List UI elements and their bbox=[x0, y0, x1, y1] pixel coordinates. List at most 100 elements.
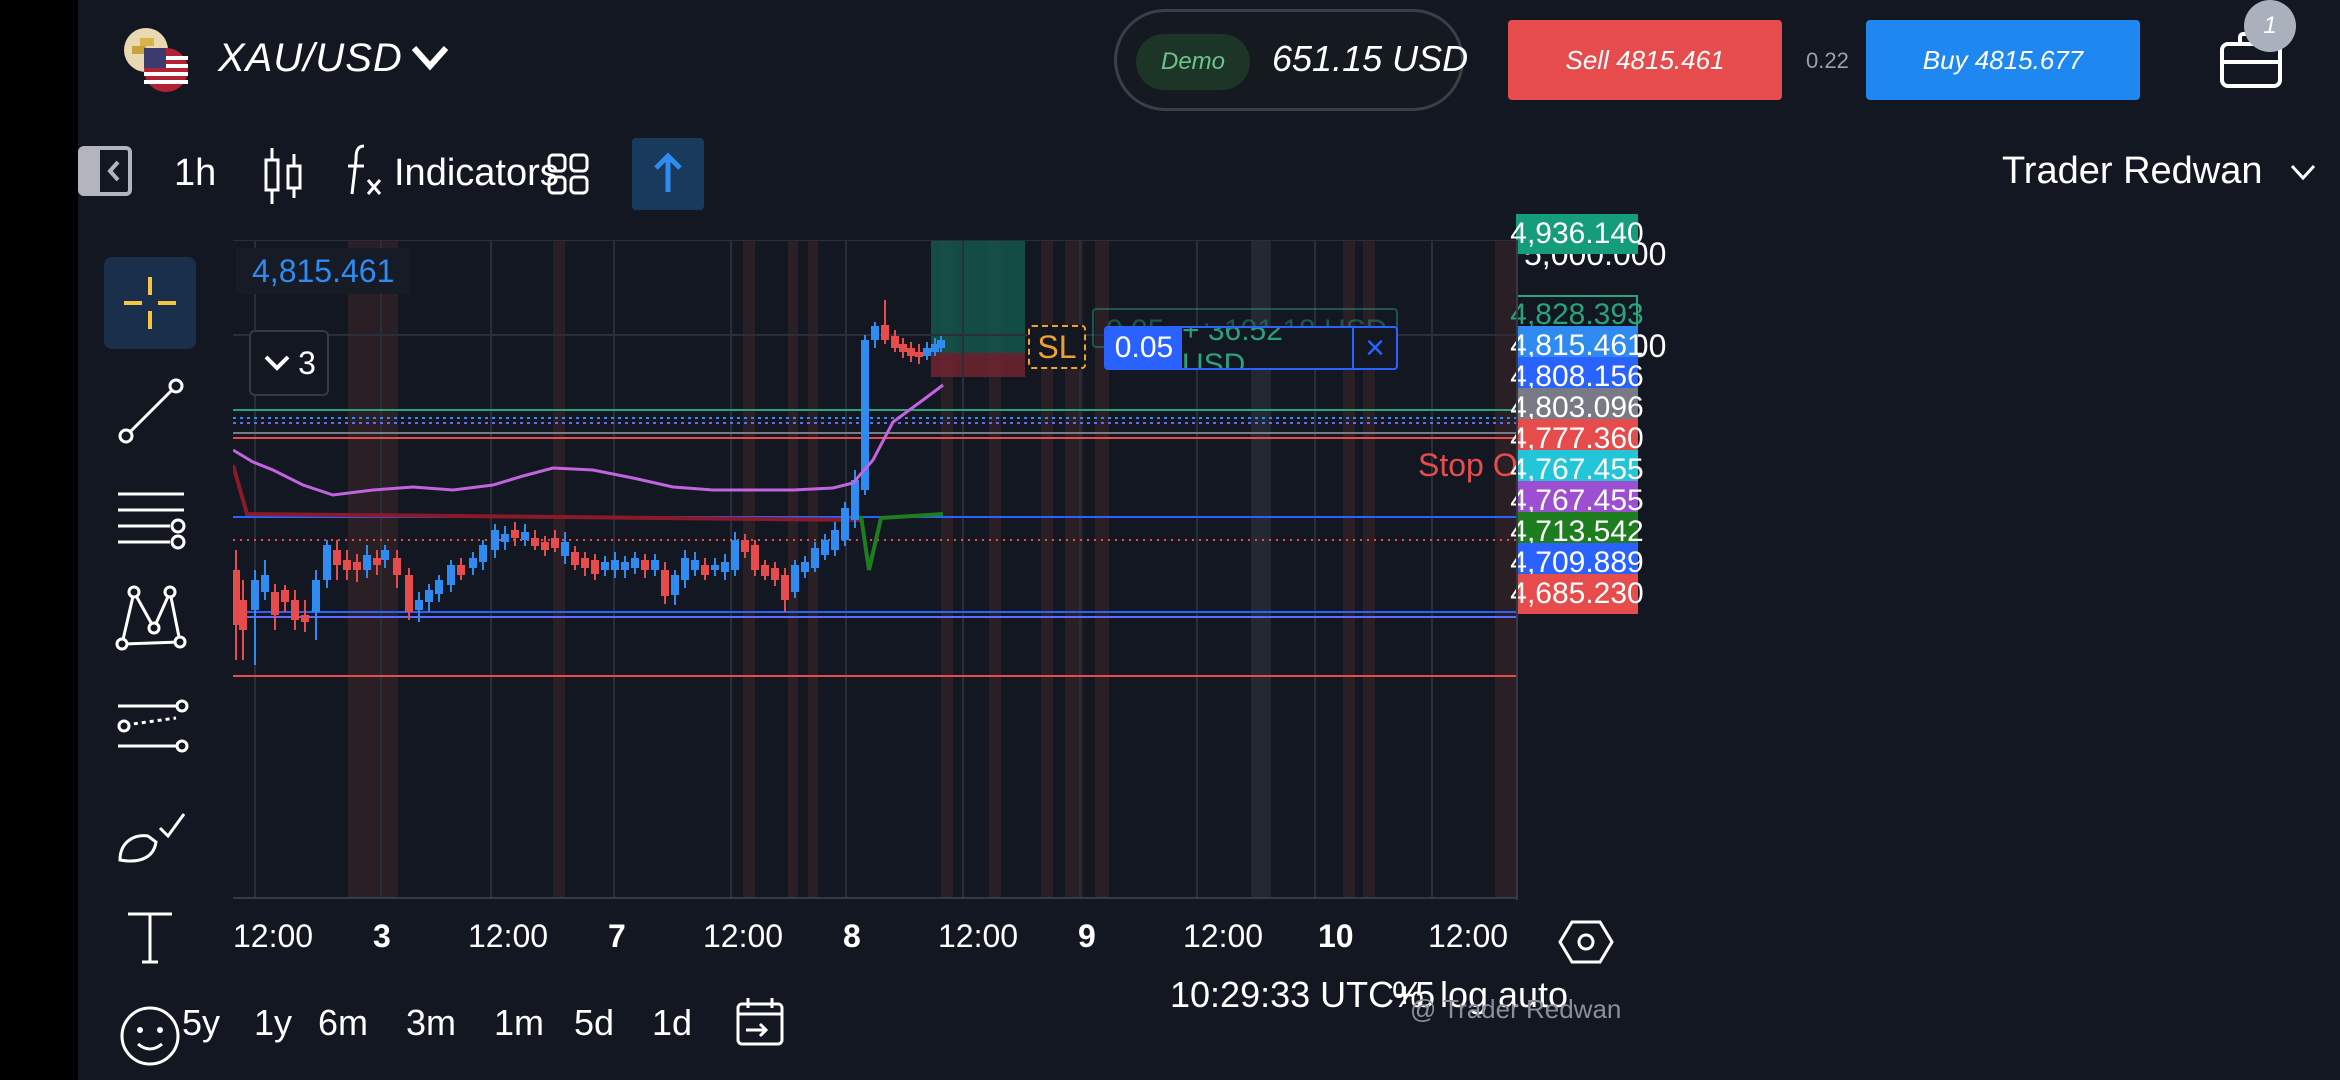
settings-hex-icon[interactable] bbox=[1558, 918, 1614, 966]
text-icon[interactable] bbox=[104, 890, 196, 982]
balance-value: 651.15 USD bbox=[1272, 38, 1469, 79]
brush-icon[interactable] bbox=[104, 790, 196, 882]
time-axis-label: 10 bbox=[1318, 918, 1354, 954]
supertrend-line bbox=[859, 512, 944, 571]
arrow-up-icon[interactable] bbox=[632, 138, 704, 210]
candle-body bbox=[641, 560, 649, 570]
candle-body bbox=[571, 552, 579, 565]
candle-body bbox=[447, 565, 455, 585]
fib-icon[interactable] bbox=[104, 470, 196, 562]
session-band bbox=[808, 240, 818, 897]
candle-body bbox=[907, 348, 915, 356]
range-1m[interactable]: 1m bbox=[494, 1002, 544, 1044]
candle-body bbox=[312, 580, 320, 612]
candle-body bbox=[415, 600, 423, 610]
candle-body bbox=[721, 562, 729, 572]
candle-body bbox=[239, 600, 247, 630]
candles-icon[interactable] bbox=[262, 140, 306, 212]
channel-icon[interactable] bbox=[104, 680, 196, 772]
candle-body bbox=[899, 344, 907, 352]
time-axis-label: 12:00 bbox=[703, 918, 784, 954]
date-range-icon[interactable] bbox=[732, 994, 788, 1050]
candle-body bbox=[251, 580, 259, 610]
candle-body bbox=[457, 565, 465, 575]
spread-value: 0.22 bbox=[1806, 48, 1849, 73]
indicators-button[interactable]: Indicators bbox=[394, 152, 559, 195]
candle-body bbox=[731, 540, 739, 570]
time-axis-label: 8 bbox=[843, 918, 861, 954]
candle-body bbox=[711, 565, 719, 570]
candle-body bbox=[561, 542, 569, 556]
candle-body bbox=[771, 568, 779, 580]
position-tag[interactable]: 0.05 + 36.52 USD × bbox=[1104, 326, 1398, 370]
candle-body bbox=[831, 530, 839, 550]
candle-body bbox=[271, 592, 279, 615]
candle-body bbox=[501, 534, 509, 542]
chevron-down-icon[interactable] bbox=[408, 40, 452, 76]
candle-body bbox=[333, 550, 341, 565]
candle-body bbox=[871, 326, 879, 340]
candle-body bbox=[751, 545, 759, 570]
symbol-name[interactable]: XAU/USD bbox=[218, 36, 403, 81]
crosshair-icon[interactable] bbox=[104, 257, 196, 349]
price-axis-label: 4,936.140 bbox=[1510, 214, 1644, 254]
candle-body bbox=[801, 562, 809, 572]
buy-button[interactable]: Buy 4815.677 bbox=[1866, 20, 2140, 100]
interval-button[interactable]: 1h bbox=[174, 152, 216, 195]
candle-body bbox=[661, 570, 669, 596]
range-6m[interactable]: 6m bbox=[318, 1002, 368, 1044]
time-axis-label: 12:00 bbox=[1428, 918, 1509, 954]
candle-body bbox=[701, 565, 709, 575]
notification-badge[interactable]: 1 bbox=[2244, 0, 2296, 52]
axis-divider bbox=[1516, 240, 1518, 900]
fx-icon[interactable] bbox=[346, 140, 384, 200]
range-5y[interactable]: 5y bbox=[182, 1002, 220, 1044]
sell-button[interactable]: Sell 4815.461 bbox=[1508, 20, 1782, 100]
candle-body bbox=[821, 540, 829, 555]
candle-body bbox=[761, 565, 769, 576]
range-1d[interactable]: 1d bbox=[652, 1002, 692, 1044]
sidebar-toggle-icon[interactable] bbox=[78, 144, 132, 198]
layout-grid-icon[interactable] bbox=[546, 152, 590, 196]
candle-body bbox=[621, 562, 629, 570]
candle-body bbox=[363, 555, 371, 570]
candle-body bbox=[851, 480, 859, 520]
time-axis-label: 12:00 bbox=[938, 918, 1019, 954]
flag-icon[interactable] bbox=[122, 26, 190, 94]
candle-body bbox=[291, 600, 299, 620]
candle-body bbox=[923, 348, 931, 356]
candle-body bbox=[541, 542, 549, 550]
position-qty[interactable]: 0.05 bbox=[1106, 328, 1182, 368]
candle-body bbox=[937, 340, 945, 348]
candle-body bbox=[601, 562, 609, 570]
range-1y[interactable]: 1y bbox=[254, 1002, 292, 1044]
demo-badge[interactable]: Demo bbox=[1136, 34, 1250, 90]
moving-average-line bbox=[233, 383, 944, 497]
chevron-down-icon[interactable] bbox=[2288, 162, 2318, 184]
candle-body bbox=[591, 560, 599, 574]
time-axis-label: 12:00 bbox=[1183, 918, 1264, 954]
candle-body bbox=[491, 530, 499, 550]
range-3m[interactable]: 3m bbox=[406, 1002, 456, 1044]
range-5d[interactable]: 5d bbox=[574, 1002, 614, 1044]
candle-body bbox=[353, 562, 361, 570]
collapse-indicators-button[interactable]: 3 bbox=[249, 330, 329, 396]
session-band bbox=[553, 240, 565, 897]
candle-body bbox=[881, 325, 889, 340]
candle-body bbox=[681, 558, 689, 580]
candle-body bbox=[791, 565, 799, 592]
candle-body bbox=[691, 560, 699, 570]
stop-loss-zone bbox=[931, 353, 1025, 377]
candle-body bbox=[323, 545, 331, 580]
user-name[interactable]: Trader Redwan bbox=[2002, 150, 2263, 193]
candle-body bbox=[671, 575, 679, 595]
position-pnl: + 36.52 USD bbox=[1182, 326, 1283, 370]
close-position-icon[interactable]: × bbox=[1352, 328, 1396, 368]
price-axis[interactable]: 5,000.0004,900.0004,936.1404,828.3934,81… bbox=[1510, 214, 1666, 897]
stop-loss-tag[interactable]: SL bbox=[1028, 325, 1086, 369]
candle-body bbox=[611, 560, 619, 570]
time-axis-label: 12:00 bbox=[468, 918, 549, 954]
trendline-icon[interactable] bbox=[104, 364, 196, 456]
pattern-icon[interactable] bbox=[104, 570, 196, 662]
candle-body bbox=[373, 558, 381, 565]
